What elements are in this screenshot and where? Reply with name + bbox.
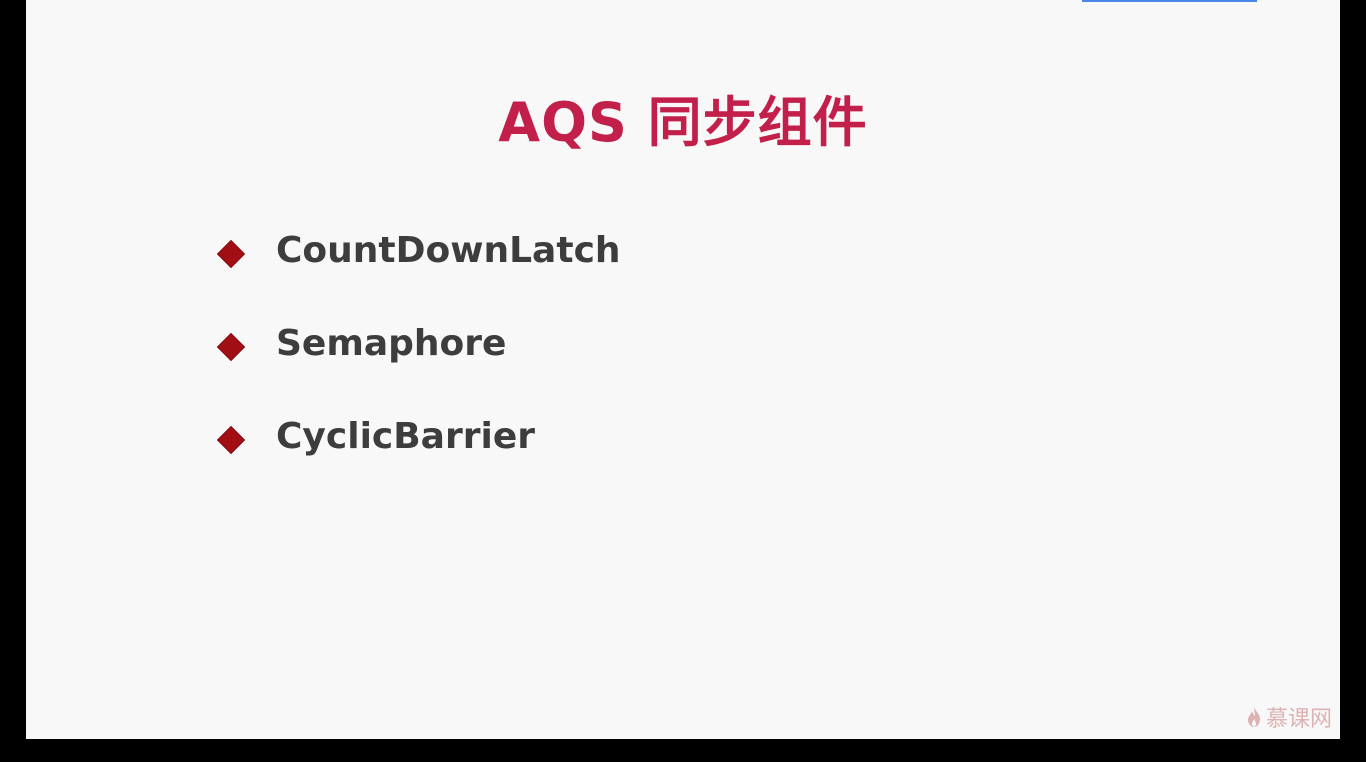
presentation-slide: AQS 同步组件 CountDownLatch Semaphore Cyclic… [26,0,1340,739]
slide-title: AQS 同步组件 [498,91,868,154]
bullet-item-cyclicbarrier: CyclicBarrier [216,408,621,501]
video-frame: AQS 同步组件 CountDownLatch Semaphore Cyclic… [0,0,1366,762]
bullet-label: CyclicBarrier [276,416,535,457]
watermark-logo: 慕课网 [1246,701,1332,733]
diamond-bullet-icon [216,239,246,269]
watermark-text: 慕课网 [1265,707,1332,732]
bullet-list: CountDownLatch Semaphore CyclicBarrier [216,222,621,501]
bullet-label: Semaphore [276,323,507,364]
diamond-bullet-icon [216,425,246,455]
top-accent-line [1082,0,1257,2]
bullet-item-countdownlatch: CountDownLatch [216,222,621,315]
flame-icon [1247,707,1260,727]
bullet-item-semaphore: Semaphore [216,315,621,408]
bullet-label: CountDownLatch [276,230,621,271]
diamond-bullet-icon [216,332,246,362]
